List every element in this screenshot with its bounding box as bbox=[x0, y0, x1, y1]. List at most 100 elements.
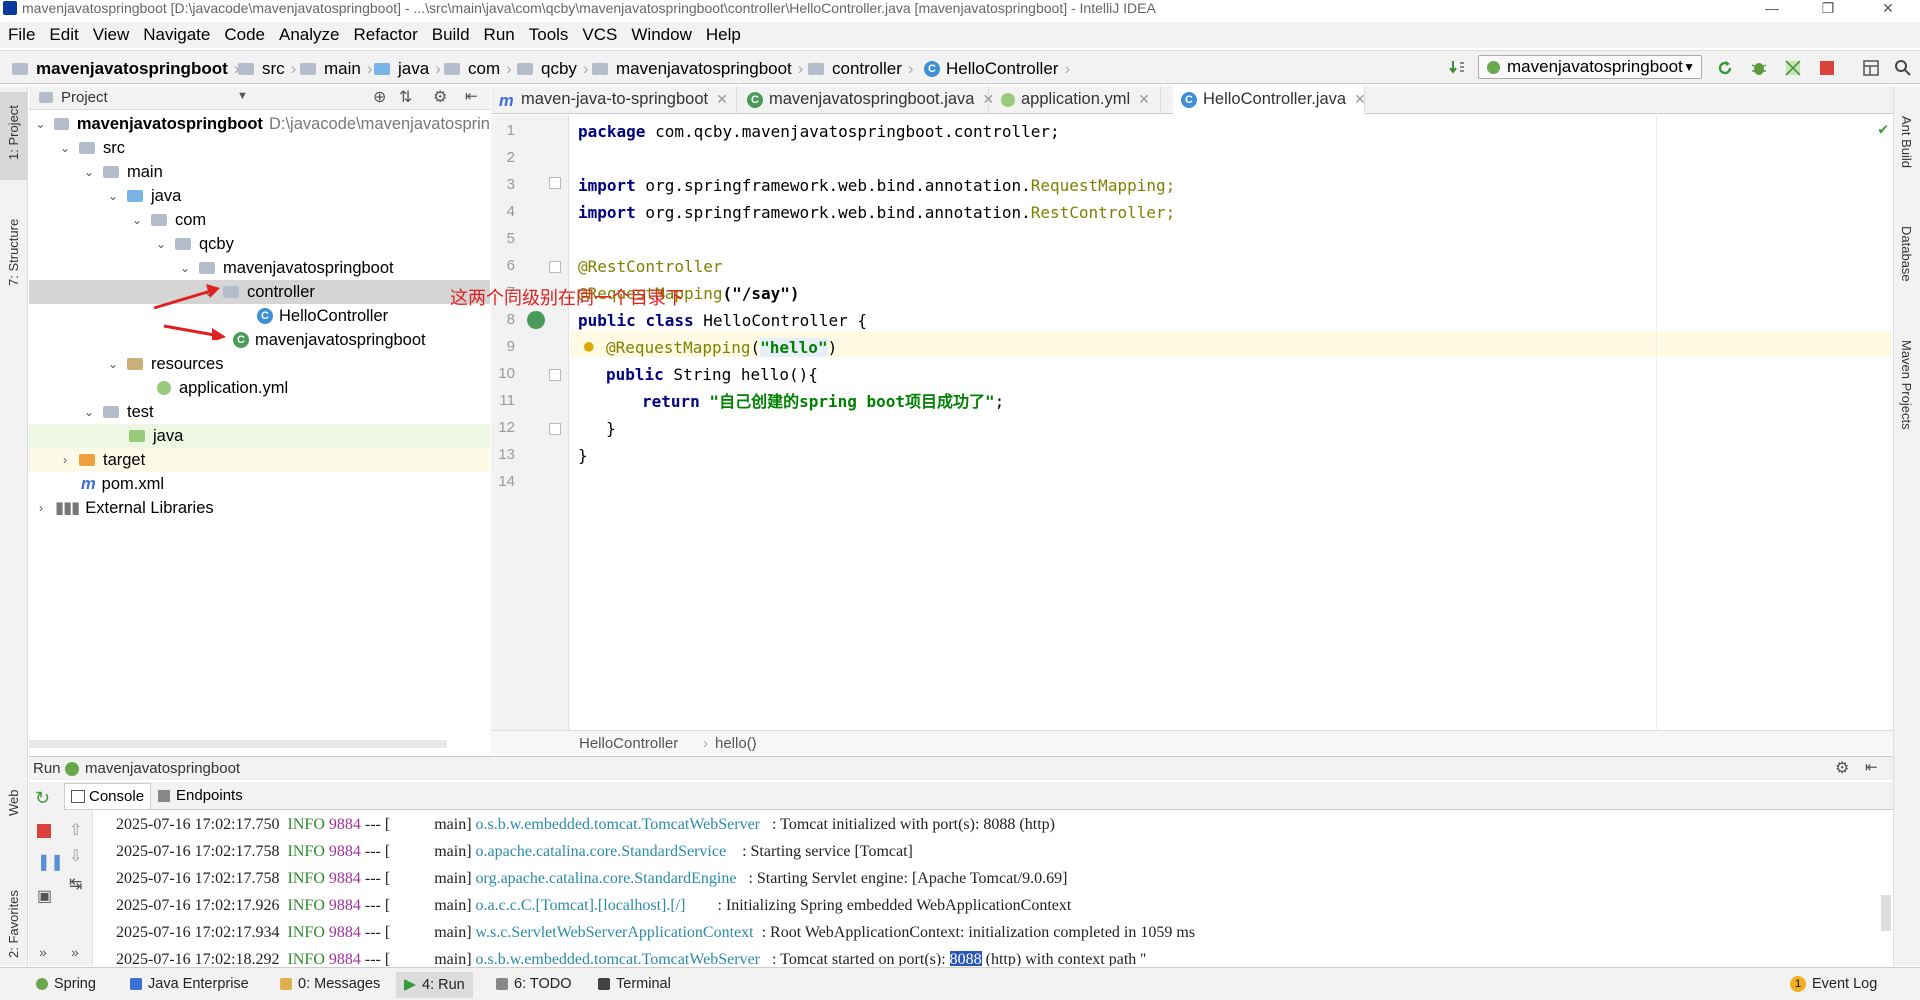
menu-vcs[interactable]: VCS bbox=[574, 25, 623, 45]
build-icon[interactable] bbox=[1448, 59, 1466, 77]
messages-tool-button[interactable]: 0: Messages bbox=[280, 976, 380, 992]
breadcrumb-java[interactable]: java › bbox=[374, 59, 441, 79]
project-tool-label[interactable]: 1: Project bbox=[6, 105, 21, 160]
menu-file[interactable]: File bbox=[0, 25, 41, 45]
chevron-down-icon[interactable]: ▼ bbox=[237, 90, 248, 102]
favorites-tool-label[interactable]: 2: Favorites bbox=[6, 890, 21, 958]
tree-item-target[interactable]: › target bbox=[29, 448, 490, 472]
expand-icon[interactable]: ⌄ bbox=[105, 357, 121, 371]
hide-icon[interactable]: ⇤ bbox=[465, 87, 478, 105]
expand-icon[interactable]: ⌄ bbox=[57, 141, 73, 155]
web-tool-label[interactable]: Web bbox=[6, 790, 21, 817]
structure-tool-label[interactable]: 7: Structure bbox=[6, 219, 21, 286]
tree-item-application-yml[interactable]: application.yml bbox=[29, 376, 490, 400]
stop-icon[interactable] bbox=[1818, 59, 1836, 77]
menu-help[interactable]: Help bbox=[698, 25, 747, 45]
expand-icon[interactable]: ⌄ bbox=[153, 237, 169, 251]
stop-icon[interactable] bbox=[37, 824, 51, 838]
coverage-icon[interactable] bbox=[1784, 59, 1802, 77]
fold-icon[interactable] bbox=[549, 261, 561, 273]
expand-icon[interactable]: ⌄ bbox=[81, 165, 97, 179]
close-icon[interactable]: ✕ bbox=[1868, 0, 1908, 18]
arrow-down-icon[interactable]: ⇩ bbox=[69, 846, 82, 866]
hide-icon[interactable]: ⇤ bbox=[1865, 758, 1878, 776]
ant-build-tool-label[interactable]: Ant Build bbox=[1899, 116, 1914, 168]
menu-refactor[interactable]: Refactor bbox=[345, 25, 423, 45]
maven-projects-tool-label[interactable]: Maven Projects bbox=[1899, 340, 1914, 430]
spring-bean-gutter-icon[interactable] bbox=[527, 311, 545, 329]
menu-run[interactable]: Run bbox=[476, 25, 521, 45]
breadcrumb-controller[interactable]: controller › bbox=[808, 59, 914, 79]
code-editor[interactable]: package com.qcby.mavenjavatospringboot.c… bbox=[570, 115, 1892, 730]
tree-item-test[interactable]: ⌄ test bbox=[29, 400, 490, 424]
gear-icon[interactable]: ⚙ bbox=[433, 87, 447, 107]
run-configuration-select[interactable]: mavenjavatospringboot ▼ bbox=[1478, 55, 1702, 79]
todo-tool-button[interactable]: 6: TODO bbox=[496, 976, 571, 992]
breadcrumb-package[interactable]: mavenjavatospringboot › bbox=[592, 59, 803, 79]
tab-application-yml[interactable]: application.yml ✕ bbox=[991, 86, 1161, 114]
pause-icon[interactable]: ❚❚ bbox=[37, 852, 64, 872]
spring-tool-button[interactable]: Spring bbox=[36, 976, 96, 992]
menu-build[interactable]: Build bbox=[424, 25, 476, 45]
breadcrumb-src[interactable]: src › bbox=[238, 59, 296, 79]
tree-item-resources[interactable]: ⌄ resources bbox=[29, 352, 490, 376]
fold-icon[interactable] bbox=[549, 423, 561, 435]
menu-analyze[interactable]: Analyze bbox=[271, 25, 345, 45]
lightbulb-icon[interactable]: ● bbox=[584, 336, 594, 355]
tree-item-hellocontroller[interactable]: C HelloController bbox=[29, 304, 490, 328]
tree-item-com[interactable]: ⌄ com bbox=[29, 208, 490, 232]
tree-item-external-libraries[interactable]: › ▮▮▮ External Libraries bbox=[29, 496, 490, 520]
java-enterprise-tool-button[interactable]: Java Enterprise bbox=[130, 976, 249, 992]
project-view-select[interactable]: Project bbox=[61, 89, 108, 106]
more-icon[interactable]: » bbox=[39, 944, 47, 960]
event-log-button[interactable]: 1 Event Log bbox=[1790, 976, 1877, 992]
fold-icon[interactable] bbox=[549, 177, 561, 189]
menu-window[interactable]: Window bbox=[623, 25, 697, 45]
menu-code[interactable]: Code bbox=[216, 25, 271, 45]
tree-item-java[interactable]: ⌄ java bbox=[29, 184, 490, 208]
vertical-scrollbar[interactable] bbox=[1881, 895, 1891, 931]
breadcrumb-class[interactable]: C HelloController › bbox=[924, 59, 1070, 79]
restore-icon[interactable]: ❐ bbox=[1808, 0, 1848, 18]
close-tab-icon[interactable]: ✕ bbox=[1354, 91, 1366, 107]
expand-icon[interactable]: ⌄ bbox=[81, 405, 97, 419]
camera-icon[interactable]: ▣ bbox=[37, 886, 52, 906]
tree-item-test-java[interactable]: java bbox=[29, 424, 490, 448]
tree-item-app-class[interactable]: Cmavenjavatospringboot bbox=[29, 328, 490, 352]
menu-navigate[interactable]: Navigate bbox=[135, 25, 216, 45]
more-icon[interactable]: » bbox=[71, 944, 79, 960]
horizontal-scrollbar[interactable] bbox=[29, 740, 447, 748]
menu-view[interactable]: View bbox=[85, 25, 136, 45]
database-tool-label[interactable]: Database bbox=[1899, 226, 1914, 282]
menu-tools[interactable]: Tools bbox=[521, 25, 575, 45]
tree-item-main[interactable]: ⌄ main bbox=[29, 160, 490, 184]
arrow-up-icon[interactable]: ⇧ bbox=[69, 820, 82, 840]
rerun-icon[interactable]: ↻ bbox=[35, 788, 50, 809]
gear-icon[interactable]: ⚙ bbox=[1835, 758, 1849, 778]
tree-item-pom[interactable]: m pom.xml bbox=[29, 472, 490, 496]
menu-edit[interactable]: Edit bbox=[41, 25, 84, 45]
breadcrumb-com[interactable]: com › bbox=[444, 59, 512, 79]
collapse-right-icon[interactable]: › bbox=[57, 453, 73, 467]
expand-icon[interactable]: ⌄ bbox=[129, 213, 145, 227]
tab-hellocontroller[interactable]: C HelloController.java ✕ bbox=[1173, 86, 1366, 114]
terminal-tool-button[interactable]: Terminal bbox=[598, 976, 671, 992]
expand-icon[interactable]: ⌄ bbox=[33, 117, 48, 131]
breadcrumb-main[interactable]: main › bbox=[300, 59, 373, 79]
tree-item-package[interactable]: ⌄ mavenjavatospringboot bbox=[29, 256, 490, 280]
console-output[interactable]: 2025-07-16 17:02:17.750 INFO 9884 --- [ … bbox=[94, 811, 1893, 966]
tree-item-root[interactable]: ⌄ mavenjavatospringboot D:\javacode\maven… bbox=[29, 112, 490, 136]
editor-crumb-class[interactable]: HelloController bbox=[579, 735, 678, 752]
soft-wrap-icon[interactable]: ↹ bbox=[69, 874, 82, 894]
close-tab-icon[interactable]: ✕ bbox=[716, 91, 728, 107]
breadcrumb-project[interactable]: mavenjavatospringboot › bbox=[12, 59, 239, 79]
tree-item-controller[interactable]: ⌄controller bbox=[29, 280, 490, 304]
tab-maven-java-to-springboot[interactable]: m maven-java-to-springboot ✕ bbox=[491, 86, 737, 114]
run-tool-button[interactable]: 4: Run bbox=[396, 972, 473, 998]
search-icon[interactable] bbox=[1894, 59, 1912, 77]
collapse-icon[interactable]: ⇅ bbox=[399, 87, 412, 107]
editor-crumb-method[interactable]: hello() bbox=[715, 735, 757, 752]
expand-icon[interactable]: ⌄ bbox=[105, 189, 121, 203]
tree-item-qcby[interactable]: ⌄ qcby bbox=[29, 232, 490, 256]
locate-icon[interactable]: ⊕ bbox=[373, 87, 386, 107]
